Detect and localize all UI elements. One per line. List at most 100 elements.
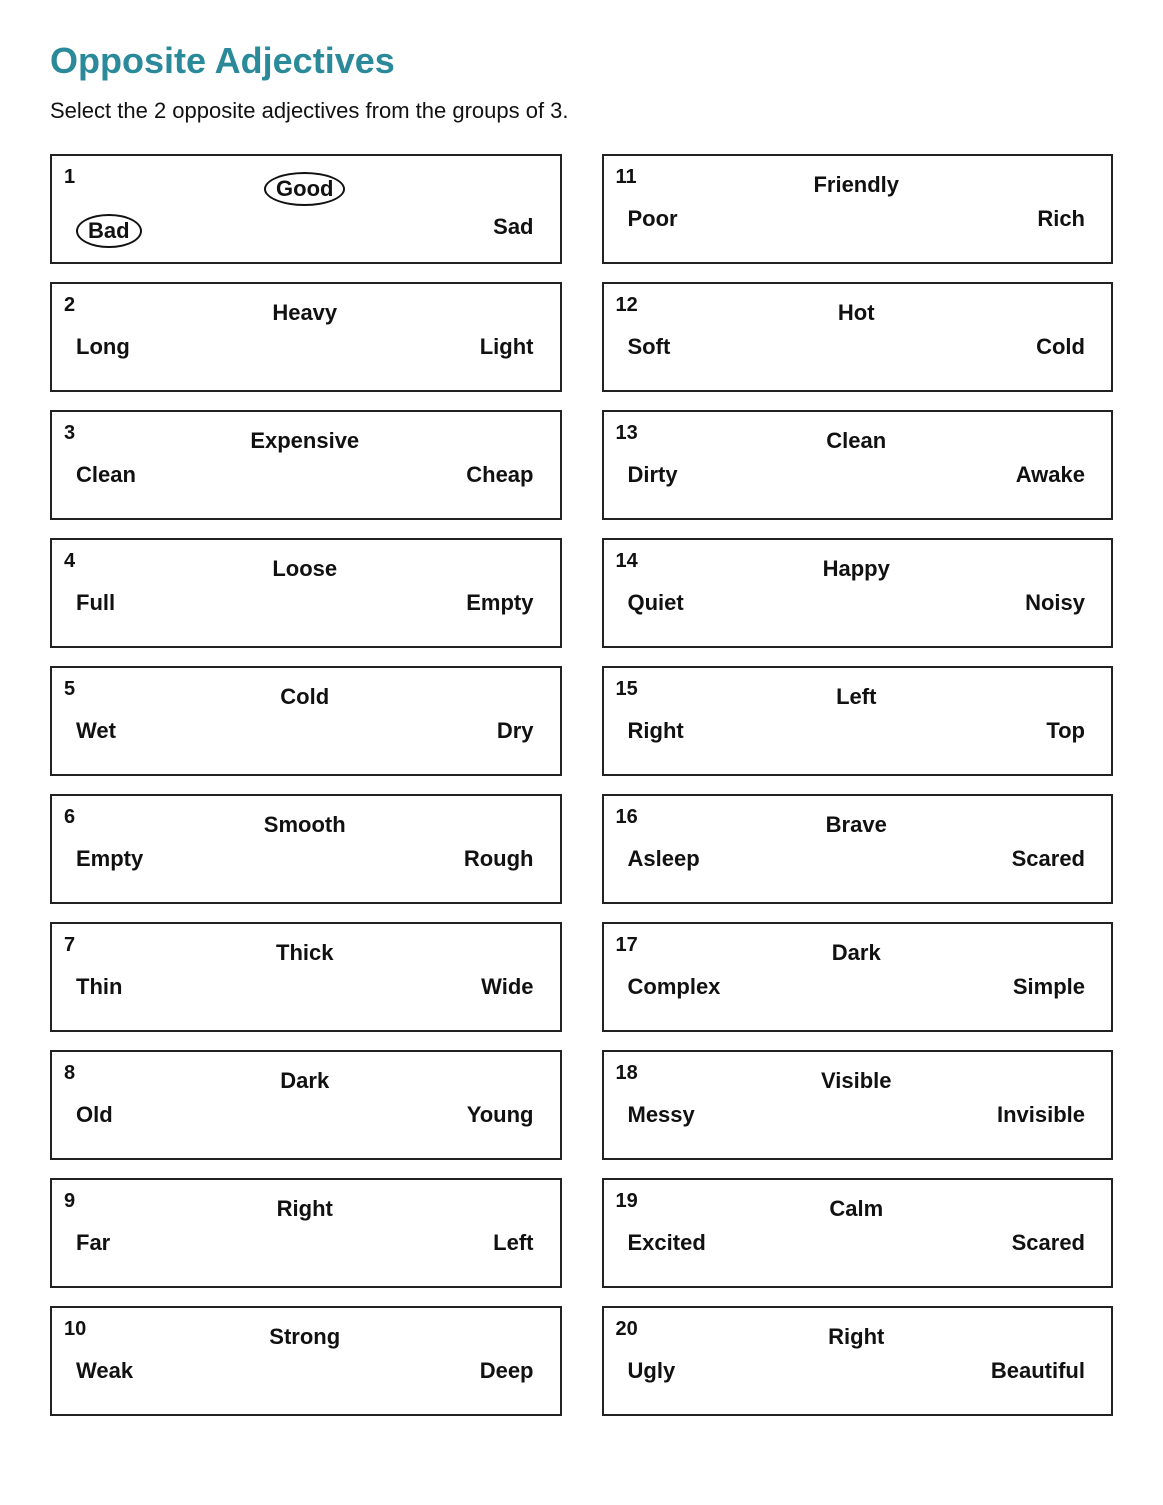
card-right-word-2: Light (480, 334, 534, 360)
adjective-card-15: 15 Left Right Top (602, 666, 1114, 776)
adjective-card-12: 12HotSoftCold (602, 282, 1114, 392)
card-top-word-19: Calm (829, 1196, 883, 1222)
card-number-11: 11 (616, 166, 637, 189)
subtitle: Select the 2 opposite adjectives from th… (50, 98, 1113, 124)
card-number-7: 7 (64, 934, 75, 957)
card-number-19: 19 (616, 1190, 638, 1213)
card-right-word-13: Awake (1016, 462, 1085, 488)
adjective-card-17: 17 Dark Complex Simple (602, 922, 1114, 1032)
card-top-word-13: Clean (826, 428, 886, 454)
card-right-word-7: Wide (481, 974, 533, 1000)
adjective-card-7: 7 Thick Thin Wide (50, 922, 562, 1032)
card-right-word-20: Beautiful (991, 1358, 1085, 1384)
card-left-word-3: Clean (76, 462, 136, 488)
card-top-word-15: Left (836, 684, 876, 710)
card-left-word-18: Messy (628, 1102, 695, 1128)
card-top-word-5: Cold (280, 684, 329, 710)
adjective-card-18: 18 Visible Messy Invisible (602, 1050, 1114, 1160)
card-top-word-6: Smooth (264, 812, 346, 838)
adjectives-grid: 1 Good Bad Sad 11 Friendly Poor Rich 2 Heavy Long L… (50, 154, 1113, 1416)
card-top-word-4: Loose (272, 556, 337, 582)
card-right-word-17: Simple (1013, 974, 1085, 1000)
card-top-word-1: Good (264, 172, 345, 206)
card-top-word-8: Dark (280, 1068, 329, 1094)
card-right-word-6: Rough (464, 846, 534, 872)
adjective-card-1: 1 Good Bad Sad (50, 154, 562, 264)
card-top-word-14: Happy (823, 556, 890, 582)
card-right-word-10: Deep (480, 1358, 534, 1384)
card-right-word-19: Scared (1012, 1230, 1085, 1256)
card-left-word-7: Thin (76, 974, 122, 1000)
card-number-1: 1 (64, 166, 75, 189)
adjective-card-20: 20 Right Ugly Beautiful (602, 1306, 1114, 1416)
adjective-card-16: 16 Brave Asleep Scared (602, 794, 1114, 904)
adjective-card-2: 2 Heavy Long Light (50, 282, 562, 392)
card-left-word-12: Soft (628, 334, 671, 360)
card-top-word-2: Heavy (272, 300, 337, 326)
card-top-word-3: Expensive (250, 428, 359, 454)
card-left-word-9: Far (76, 1230, 110, 1256)
card-number-2: 2 (64, 294, 75, 317)
adjective-card-3: 3 Expensive Clean Cheap (50, 410, 562, 520)
card-number-12: 12 (616, 294, 638, 317)
adjective-card-9: 9 Right Far Left (50, 1178, 562, 1288)
card-top-word-9: Right (277, 1196, 333, 1222)
adjective-card-10: 10 Strong Weak Deep (50, 1306, 562, 1416)
card-left-word-8: Old (76, 1102, 113, 1128)
card-top-word-11: Friendly (813, 172, 899, 198)
card-left-word-2: Long (76, 334, 130, 360)
card-left-word-10: Weak (76, 1358, 133, 1384)
card-top-word-16: Brave (826, 812, 887, 838)
adjective-card-14: 14 Happy Quiet Noisy (602, 538, 1114, 648)
page-title: Opposite Adjectives (50, 40, 1113, 82)
card-number-15: 15 (616, 678, 638, 701)
card-top-word-20: Right (828, 1324, 884, 1350)
card-number-18: 18 (616, 1062, 638, 1085)
card-right-word-8: Young (467, 1102, 534, 1128)
card-number-8: 8 (64, 1062, 75, 1085)
card-left-word-20: Ugly (628, 1358, 676, 1384)
card-right-word-14: Noisy (1025, 590, 1085, 616)
card-number-14: 14 (616, 550, 638, 573)
card-left-word-4: Full (76, 590, 115, 616)
card-number-5: 5 (64, 678, 75, 701)
card-top-word-17: Dark (832, 940, 881, 966)
card-left-word-15: Right (628, 718, 684, 744)
card-left-word-11: Poor (628, 206, 678, 232)
card-number-13: 13 (616, 422, 638, 445)
card-number-3: 3 (64, 422, 75, 445)
adjective-card-6: 6 Smooth Empty Rough (50, 794, 562, 904)
adjective-card-4: 4 Loose Full Empty (50, 538, 562, 648)
card-left-word-16: Asleep (628, 846, 700, 872)
card-right-word-15: Top (1046, 718, 1085, 744)
card-number-6: 6 (64, 806, 75, 829)
adjective-card-13: 13 Clean Dirty Awake (602, 410, 1114, 520)
card-right-word-4: Empty (466, 590, 533, 616)
card-left-word-5: Wet (76, 718, 116, 744)
card-number-10: 10 (64, 1318, 86, 1341)
card-left-word-14: Quiet (628, 590, 684, 616)
adjective-card-5: 5 Cold Wet Dry (50, 666, 562, 776)
card-left-word-17: Complex (628, 974, 721, 1000)
card-number-9: 9 (64, 1190, 75, 1213)
card-right-word-18: Invisible (997, 1102, 1085, 1128)
card-right-word-12: Cold (1036, 334, 1085, 360)
card-number-20: 20 (616, 1318, 638, 1341)
card-left-word-1: Bad (76, 214, 142, 248)
adjective-card-19: 19CalmExcitedScared (602, 1178, 1114, 1288)
card-left-word-6: Empty (76, 846, 143, 872)
card-right-word-3: Cheap (466, 462, 533, 488)
card-right-word-5: Dry (497, 718, 534, 744)
card-number-4: 4 (64, 550, 75, 573)
adjective-card-8: 8 Dark Old Young (50, 1050, 562, 1160)
card-top-word-18: Visible (821, 1068, 892, 1094)
card-top-word-7: Thick (276, 940, 333, 966)
card-right-word-1: Sad (493, 214, 533, 248)
card-right-word-16: Scared (1012, 846, 1085, 872)
card-number-16: 16 (616, 806, 638, 829)
card-left-word-13: Dirty (628, 462, 678, 488)
card-top-word-10: Strong (269, 1324, 340, 1350)
card-right-word-11: Rich (1037, 206, 1085, 232)
card-number-17: 17 (616, 934, 638, 957)
card-right-word-9: Left (493, 1230, 533, 1256)
